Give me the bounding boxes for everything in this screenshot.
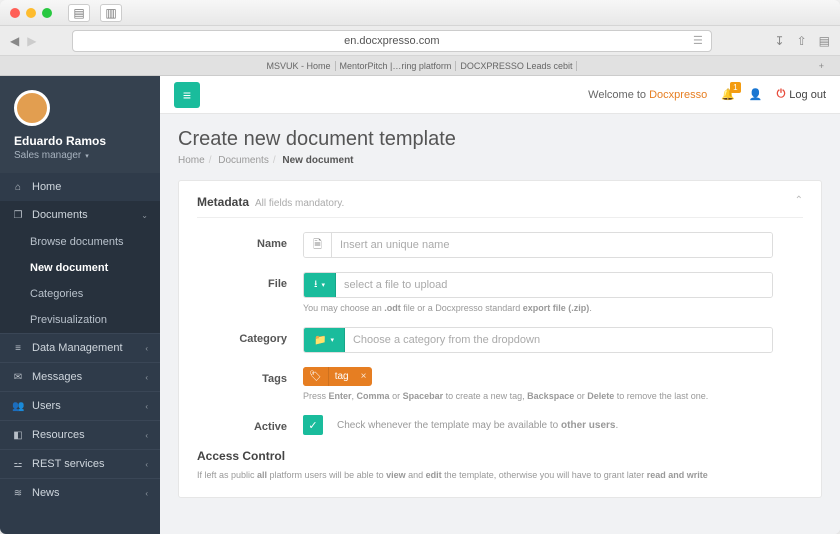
file-input[interactable] [336,273,772,297]
tag-remove-icon[interactable]: × [355,367,373,386]
page-title: Create new document template [178,128,822,151]
address-bar[interactable]: en.docxpresso.com ☰ [72,30,712,52]
breadcrumb-documents[interactable]: Documents [218,155,269,166]
minimize-window-icon[interactable] [26,8,36,18]
home-icon: ⌂ [12,182,24,193]
browser-tab[interactable]: DOCXPRESSO Leads cebit [456,61,577,71]
user-icon[interactable]: 👤 [749,88,763,101]
access-control-note: If left as public all platform users wil… [197,469,803,483]
breadcrumb-current: New document [282,155,353,166]
brand-link[interactable]: Docxpresso [649,89,707,101]
back-icon[interactable]: ◀ [10,34,19,48]
sidebar-toggle-icon[interactable]: ▤ [68,4,90,22]
profile-block: Eduardo Ramos Sales manager▾ [0,76,160,173]
chevron-left-icon: ‹ [145,373,148,382]
logout-button[interactable]: ⏻Log out [777,88,826,101]
power-icon: ⏻ [777,88,786,101]
topbar: ≡ Welcome to Docxpresso 🔔1 👤 ⏻Log out [160,76,840,114]
share-icon[interactable]: ⇧ [797,34,807,48]
metadata-panel: Metadata All fields mandatory. ⌃ Name 🗎 [178,180,822,498]
close-window-icon[interactable] [10,8,20,18]
folder-icon: 📁 [314,335,326,346]
hamburger-button[interactable]: ≡ [174,82,200,108]
sidebar-item-news[interactable]: ≋News‹ [0,478,160,507]
avatar [14,90,50,126]
tag-chip: 🏷 tag × [303,367,372,386]
sidebar-sub-previsualization[interactable]: Previsualization [0,307,160,333]
documents-submenu: Browse documents New document Categories… [0,229,160,333]
notifications-icon[interactable]: 🔔1 [721,88,735,101]
chevron-left-icon: ‹ [145,489,148,498]
caret-down-icon: ▾ [322,281,326,289]
tabs-overview-icon[interactable]: ▤ [819,34,830,48]
browser-tab[interactable]: MentorPitch |…ring platform [336,61,457,71]
chevron-left-icon: ‹ [145,402,148,411]
category-input[interactable] [345,328,772,352]
sidebar-sub-browse[interactable]: Browse documents [0,229,160,255]
sidebar-item-users[interactable]: 👥Users‹ [0,391,160,420]
active-label: Active [197,415,287,433]
chevron-left-icon: ‹ [145,460,148,469]
notification-badge: 1 [730,82,741,93]
sidebar-item-data[interactable]: ≡Data Management‹ [0,333,160,362]
file-help: You may choose an .odt file or a Docxpre… [303,303,773,313]
collapse-icon[interactable]: ⌃ [795,195,803,206]
users-icon: 👥 [12,401,24,412]
chevron-down-icon: ⌄ [141,211,148,220]
tag-text: tag [329,367,355,386]
titlebar: ▤ ▥ [0,0,840,26]
chevron-left-icon: ‹ [145,344,148,353]
reader-icon[interactable]: ☰ [693,34,703,47]
sidebar-item-home[interactable]: ⌂Home [0,173,160,201]
browser-window: ▤ ▥ ◀ ▶ en.docxpresso.com ☰ ↧ ⇧ ▤ MSVUK … [0,0,840,534]
category-button[interactable]: 📁▾ [304,328,345,352]
sidebar-sub-new-document[interactable]: New document [0,255,160,281]
url-text: en.docxpresso.com [344,35,439,47]
cube-icon: ◧ [12,430,24,441]
browser-tab[interactable]: MSVUK - Home [263,61,336,71]
chevron-left-icon: ‹ [145,431,148,440]
breadcrumb-home[interactable]: Home [178,155,205,166]
download-icon[interactable]: ↧ [775,34,785,48]
sidebar-item-documents[interactable]: ❐Documents⌄ [0,201,160,229]
active-help: Check whenever the template may be avail… [337,420,618,431]
envelope-icon: ✉ [12,372,24,383]
window-controls [10,8,52,18]
sidebar: Eduardo Ramos Sales manager▾ ⌂Home ❐Docu… [0,76,160,534]
sidebar-item-rest[interactable]: ⚍REST services‹ [0,449,160,478]
file-icon: 🗎 [304,233,332,257]
name-label: Name [197,232,287,250]
breadcrumb: Home/ Documents/ New document [178,155,822,166]
zoom-window-icon[interactable] [42,8,52,18]
plug-icon: ⚍ [12,459,24,470]
access-control-title: Access Control [197,449,803,463]
upload-button[interactable]: ⭳▾ [304,273,336,297]
sidebar-item-messages[interactable]: ✉Messages‹ [0,362,160,391]
tab-bar: MSVUK - Home MentorPitch |…ring platform… [0,56,840,76]
tags-help: Press Enter, Comma or Spacebar to create… [303,391,773,401]
category-label: Category [197,327,287,345]
tabs-icon[interactable]: ▥ [100,4,122,22]
upload-icon: ⭳ [314,277,318,294]
caret-down-icon: ▾ [330,336,334,344]
database-icon: ≡ [12,343,24,354]
panel-hint: All fields mandatory. [255,198,344,209]
user-name: Eduardo Ramos [14,134,146,148]
tags-label: Tags [197,367,287,385]
sidebar-item-resources[interactable]: ◧Resources‹ [0,420,160,449]
copy-icon: ❐ [12,210,24,221]
forward-icon[interactable]: ▶ [27,34,36,48]
tag-icon: 🏷 [303,367,329,386]
new-tab-icon[interactable]: + [815,61,828,71]
caret-down-icon: ▾ [85,152,89,160]
file-label: File [197,272,287,290]
panel-title: Metadata [197,195,249,209]
sidebar-sub-categories[interactable]: Categories [0,281,160,307]
user-role[interactable]: Sales manager▾ [14,150,146,161]
rss-icon: ≋ [12,488,24,499]
toolbar: ◀ ▶ en.docxpresso.com ☰ ↧ ⇧ ▤ [0,26,840,56]
name-input[interactable] [332,233,772,257]
welcome-text: Welcome to Docxpresso [588,89,707,101]
active-checkbox[interactable]: ✓ [303,415,323,435]
